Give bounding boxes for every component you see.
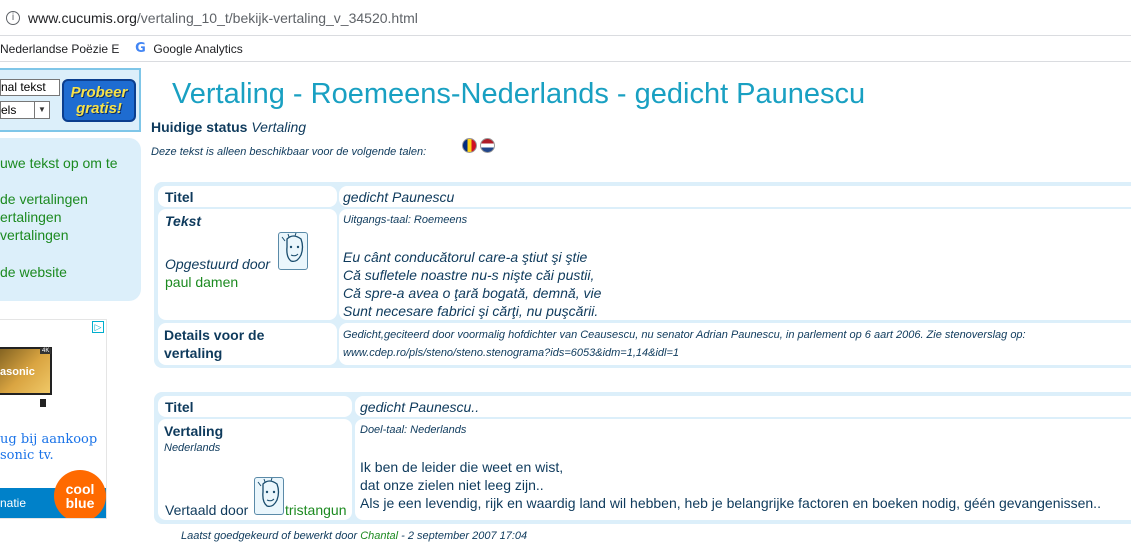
original-line: Că sufletele noastre nu-s nişte căi pust… — [343, 267, 595, 283]
url-path: /vertaling_10_t/bekijk-vertaling_v_34520… — [136, 9, 418, 26]
user-avatar-icon[interactable] — [254, 477, 284, 515]
ad-text[interactable]: ug bij aankoop sonic tv. — [0, 432, 97, 464]
source-language: Uitgangs-taal: Roemeens — [343, 214, 468, 226]
sidebar-select[interactable]: els ▼ — [0, 101, 50, 119]
url-text[interactable]: www.cucumis.org/vertaling_10_t/bekijk-ve… — [28, 10, 418, 26]
original-title-value-cell — [339, 186, 1131, 207]
bookmark-google-analytics[interactable]: G Google Analytics — [133, 40, 243, 56]
details-label-line1: Details voor de — [164, 327, 265, 343]
bookmarks-bar: Nederlandse Poëzie E G Google Analytics — [0, 36, 1131, 62]
approval-date: - 2 september 2007 17:04 — [398, 530, 528, 542]
approval-user[interactable]: Chantal — [360, 530, 398, 542]
original-text-label: Tekst — [165, 213, 202, 229]
languages-note: Deze tekst is alleen beschikbaar voor de… — [151, 146, 427, 158]
bookmark-nederlandse-poezie[interactable]: Nederlandse Poëzie E — [0, 42, 119, 56]
original-title-label: Titel — [165, 189, 194, 205]
translation-title-label: Titel — [165, 399, 194, 415]
status-value: Vertaling — [251, 119, 307, 135]
approval-prefix: Laatst goedgekeurd of bewerkt door — [181, 530, 358, 542]
tv-brand: asonic — [0, 366, 35, 378]
bookmark-label: Google Analytics — [153, 41, 243, 56]
submitted-by-label: Opgestuurd door — [165, 256, 271, 272]
ad-cta-text: natie — [0, 496, 27, 510]
translation-line: Ik ben de leider die weet en wist, — [360, 459, 564, 475]
romanian-flag-icon[interactable] — [462, 138, 477, 153]
google-icon: G — [135, 40, 146, 56]
details-link[interactable]: www.cdep.ro/pls/steno/steno.stenograma?i… — [343, 347, 679, 359]
sidebar-link-translations-1[interactable]: de vertalingen — [0, 191, 88, 207]
user-avatar-icon[interactable] — [278, 232, 308, 270]
approval-note: Laatst goedgekeurd of bewerkt door Chant… — [181, 530, 527, 542]
details-text: Gedicht,geciteerd door voormalig hofdich… — [343, 329, 1026, 341]
sidebar-select-value: els — [1, 103, 17, 117]
original-line: Că spre-a avea o ţară bogată, demnă, vie — [343, 285, 602, 301]
sidebar-link-translations-3[interactable]: vertalingen — [0, 227, 69, 243]
chevron-down-icon: ▼ — [34, 102, 49, 118]
page-title: Vertaling - Roemeens-Nederlands - gedich… — [172, 78, 866, 110]
translation-label: Vertaling — [164, 423, 224, 439]
tv-stand — [40, 399, 46, 407]
submitted-by-user[interactable]: paul damen — [165, 274, 238, 290]
sidebar-text-input[interactable]: nal tekst — [0, 79, 60, 96]
sidebar-link-website[interactable]: de website — [0, 264, 67, 280]
target-language: Doel-taal: Nederlands — [360, 424, 467, 436]
ad-text-line: ug bij aankoop — [0, 432, 98, 447]
url-host: www.cucumis.org — [28, 9, 137, 26]
translated-by-label: Vertaald door — [165, 502, 249, 518]
coolblue-logo: cool blue — [54, 470, 106, 518]
original-line: Sunt necesare fabrici şi cărţi, nu puşcă… — [343, 303, 599, 319]
translation-language-name: Nederlands — [164, 442, 221, 454]
address-bar[interactable]: i www.cucumis.org/vertaling_10_t/bekijk-… — [0, 0, 1131, 36]
info-icon[interactable]: i — [6, 10, 20, 25]
logo-line: cool — [65, 481, 95, 497]
dutch-flag-icon[interactable] — [480, 138, 495, 153]
sidebar-link-submit-text[interactable]: uwe tekst op om te — [0, 155, 118, 171]
translation-title-value: gedicht Paunescu.. — [360, 399, 480, 415]
translation-line: Als je een levendig, rijk en waardig lan… — [360, 495, 1101, 511]
adchoices-icon[interactable]: ▷ — [92, 321, 104, 333]
translated-by-user[interactable]: tristangun — [285, 502, 346, 518]
advertisement[interactable]: ▷ 4K asonic ug bij aankoop sonic tv. nati… — [0, 319, 107, 519]
status-label: Huidige status — [151, 119, 248, 135]
translation-line: dat onze zielen niet leeg zijn.. — [360, 477, 544, 493]
status-line: Huidige status Vertaling — [151, 119, 306, 135]
logo-line: blue — [65, 495, 95, 511]
details-label-line2: vertaling — [164, 345, 223, 361]
tv-4k-badge: 4K — [40, 348, 52, 354]
original-line: Eu cânt conducătorul care-a ştiut şi şti… — [343, 249, 588, 265]
bookmark-label: Nederlandse Poëzie E — [0, 41, 120, 56]
sidebar-link-translations-2[interactable]: ertalingen — [0, 209, 62, 225]
original-title-value: gedicht Paunescu — [343, 189, 455, 205]
ad-text-line: sonic tv. — [0, 448, 54, 463]
probeer-gratis-button[interactable]: Probeer gratis! — [62, 79, 136, 122]
